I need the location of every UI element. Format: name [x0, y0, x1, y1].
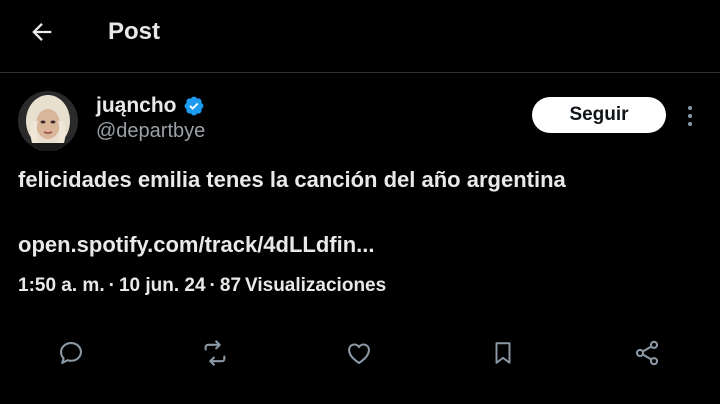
back-button[interactable] [26, 16, 58, 48]
action-bar [0, 336, 720, 372]
author-name-row: juąncho [96, 94, 205, 118]
share-icon[interactable] [630, 336, 664, 370]
more-options-icon[interactable] [680, 104, 700, 128]
post-time[interactable]: 1:50 a. m. [18, 275, 105, 297]
top-bar: Post [0, 0, 720, 72]
post-meta: 1:50 a. m. · 10 jun. 24 · 87 Visualizaci… [18, 275, 386, 297]
bookmark-icon[interactable] [486, 336, 520, 370]
like-icon[interactable] [342, 336, 376, 370]
meta-separator: · [108, 275, 115, 296]
header-divider [0, 72, 720, 73]
meta-separator: · [209, 275, 216, 296]
view-count: 87 [219, 275, 242, 296]
verified-badge-icon [183, 95, 205, 117]
post-date[interactable]: 10 jun. 24 [119, 275, 206, 297]
author-handle[interactable]: @departbye [96, 120, 205, 143]
repost-icon[interactable] [198, 336, 232, 370]
post-link[interactable]: open.spotify.com/track/4dLLdfin... [18, 232, 375, 258]
author-display-name[interactable]: juąncho [96, 94, 177, 118]
arrow-left-icon [32, 23, 52, 41]
avatar[interactable] [18, 91, 78, 151]
post-text: felicidades emilia tenes la canción del … [18, 167, 566, 192]
page-title: Post [108, 18, 161, 45]
follow-button[interactable]: Seguir [532, 97, 666, 133]
reply-icon[interactable] [54, 336, 88, 370]
view-count-label: Visualizaciones [245, 275, 387, 296]
